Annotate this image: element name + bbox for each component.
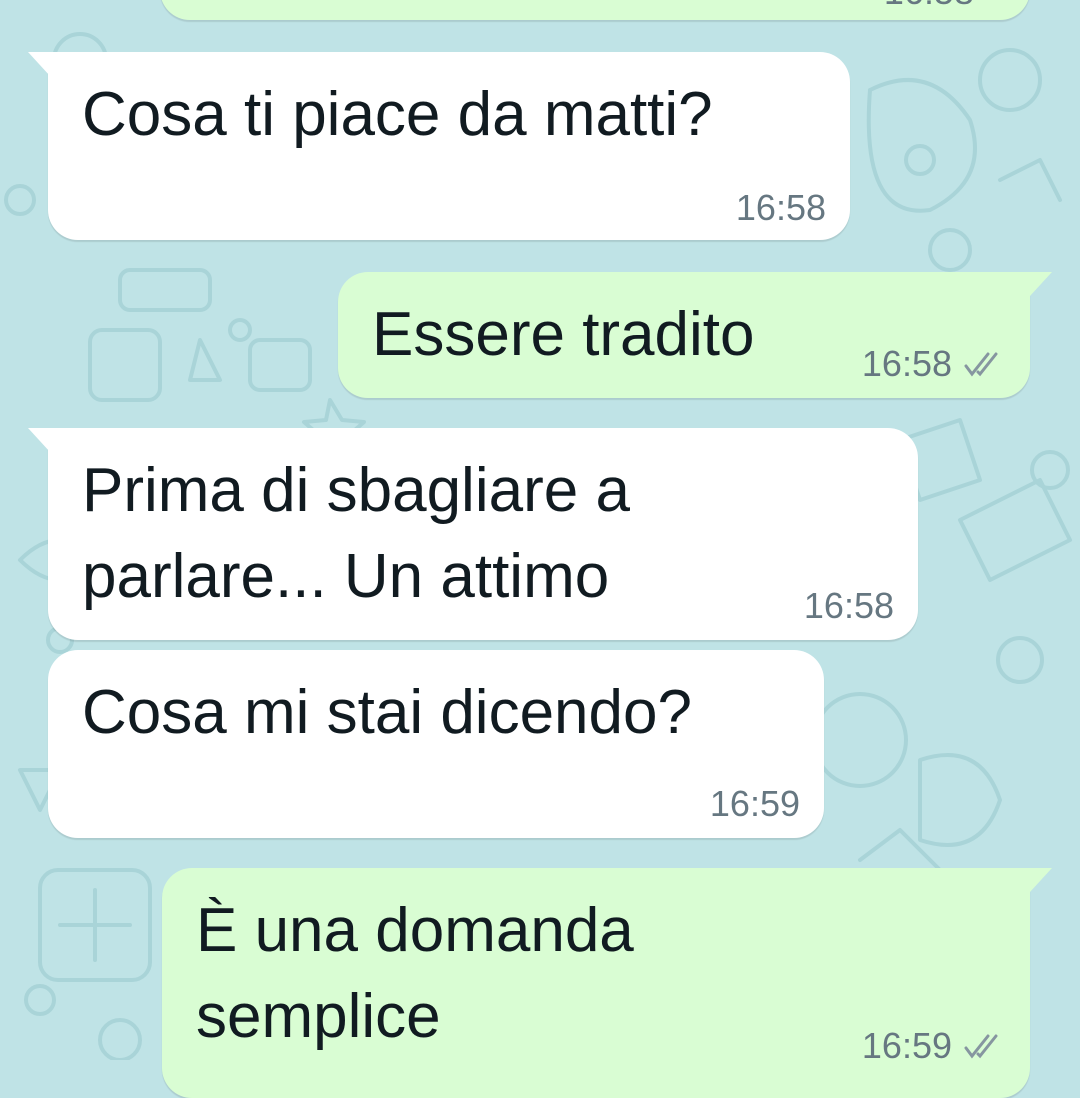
message-text-line: parlare... Un attimo	[82, 542, 610, 611]
message-text-line: Prima di sbagliare a	[82, 456, 630, 525]
bubble-tail	[1030, 272, 1052, 296]
message-timestamp: 16:58	[735, 187, 826, 228]
message-timestamp-row: 16:58	[862, 344, 1002, 386]
message-timestamp: 16:58	[861, 343, 952, 384]
bubble-tail	[28, 428, 50, 452]
message-bubble-outgoing[interactable]: È una domanda semplice 16:59	[162, 868, 1052, 1098]
message-timestamp: 16:58	[803, 585, 894, 626]
message-text-line: È una domanda	[196, 896, 634, 965]
message-timestamp: 16:59	[709, 783, 800, 824]
double-check-icon	[962, 1028, 1002, 1068]
message-text-line: semplice	[196, 982, 441, 1051]
bubble-tail	[28, 52, 50, 76]
message-timestamp: 16:58	[884, 0, 974, 12]
message-text: Cosa mi stai dicendo?	[82, 678, 692, 747]
message-bubble-outgoing[interactable]: 16:58	[160, 0, 1030, 20]
message-bubble-outgoing[interactable]: Essere tradito 16:58	[338, 272, 1052, 398]
bubble-tail	[1030, 868, 1052, 892]
message-bubble-incoming[interactable]: Cosa ti piace da matti? 16:58	[28, 52, 850, 240]
double-check-icon	[962, 346, 1002, 386]
message-bubble-incoming[interactable]: Cosa mi stai dicendo? 16:59	[48, 650, 824, 838]
message-bubble-incoming[interactable]: Prima di sbagliare a parlare... Un attim…	[28, 428, 918, 640]
message-text: Cosa ti piace da matti?	[82, 80, 713, 149]
message-text: Essere tradito	[372, 300, 755, 369]
message-timestamp-row: 16:59	[862, 1026, 1002, 1068]
